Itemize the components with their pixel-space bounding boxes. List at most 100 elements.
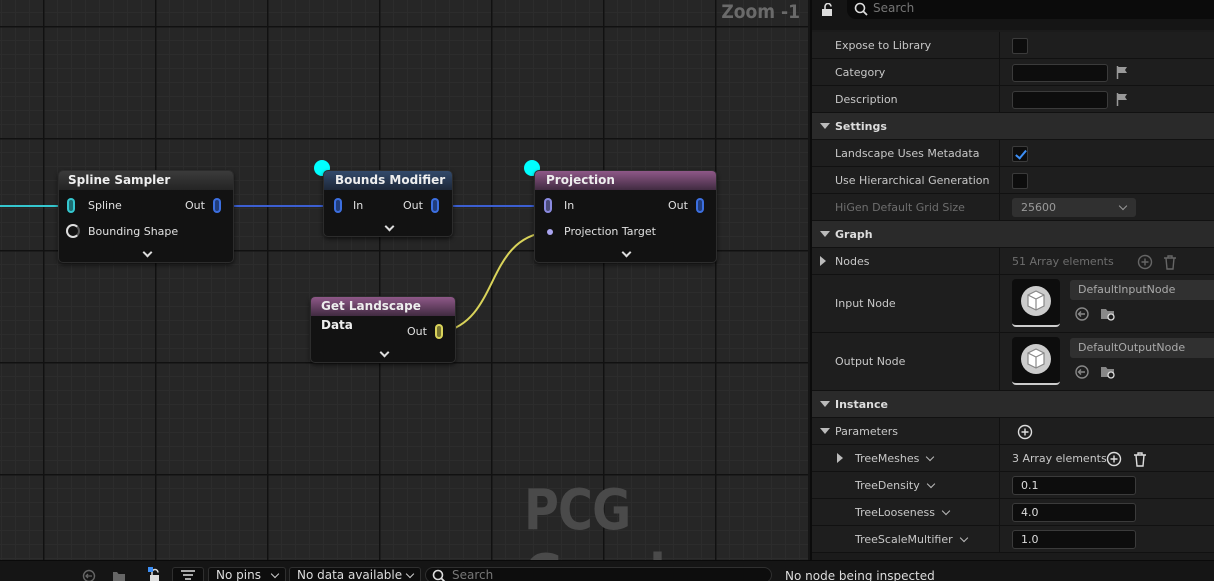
tree-meshes-text: TreeMeshes: [855, 452, 920, 465]
collapse-arrow-icon[interactable]: [820, 401, 830, 407]
node-title: Projection: [535, 171, 716, 190]
bottom-search[interactable]: Search: [425, 567, 772, 581]
lock-icon[interactable]: [821, 3, 835, 17]
collapse-arrow-icon[interactable]: [820, 428, 830, 434]
label-use-hierarchical-generation: Use Hierarchical Generation: [835, 174, 990, 187]
out-pin-icon[interactable]: [431, 198, 439, 213]
search-icon: [432, 569, 446, 581]
row-output-node: Output Node DefaultOutputNode: [812, 333, 1214, 391]
section-settings[interactable]: Settings: [812, 113, 1214, 140]
node-get-landscape-data[interactable]: Get Landscape Data Out: [310, 296, 456, 363]
projection-target-pin-icon[interactable]: [547, 229, 553, 235]
row-parameters: Parameters: [812, 418, 1214, 445]
pin-label-bounding-shape: Bounding Shape: [88, 225, 179, 238]
collapse-arrow-icon[interactable]: [820, 123, 830, 129]
chevron-down-icon: [959, 533, 968, 543]
label-description: Description: [835, 93, 898, 106]
row-tree-looseness: TreeLooseness 4.0: [812, 499, 1214, 526]
higen-grid-size-value: 25600: [1021, 201, 1056, 214]
input-node-asset-field[interactable]: DefaultInputNode: [1070, 280, 1214, 300]
folder-icon[interactable]: [112, 569, 126, 581]
graph-canvas[interactable]: Zoom -1 PCG Graph Spline Sampler Spline …: [0, 0, 808, 560]
output-node-asset-field[interactable]: DefaultOutputNode: [1070, 338, 1214, 358]
higen-grid-size-combo[interactable]: 25600: [1012, 198, 1136, 217]
trash-icon[interactable]: [1132, 451, 1148, 467]
label-tree-scale-multifier[interactable]: TreeScaleMultifier: [855, 526, 968, 553]
bottom-toolbar: No pins No data available Search No node…: [0, 560, 1214, 581]
back-icon[interactable]: [82, 569, 96, 581]
row-description: Description: [812, 86, 1214, 113]
node-projection[interactable]: Projection In Projection Target Out: [534, 170, 717, 263]
flag-icon[interactable]: [1116, 93, 1128, 106]
section-graph[interactable]: Graph: [812, 221, 1214, 248]
add-parameter-icon[interactable]: [1017, 424, 1033, 440]
inspection-status: No node being inspected: [785, 569, 935, 581]
chevron-down-icon[interactable]: [621, 247, 632, 258]
details-search-input[interactable]: [873, 1, 1173, 15]
chevron-down-icon: [926, 452, 935, 462]
trash-icon[interactable]: [1162, 254, 1178, 270]
add-element-icon[interactable]: [1106, 451, 1122, 467]
in-pin-icon[interactable]: [334, 198, 342, 213]
row-tree-density: TreeDensity 0.1: [812, 472, 1214, 499]
section-graph-label: Graph: [835, 228, 873, 241]
label-higen-grid-size: HiGen Default Grid Size: [835, 201, 965, 214]
input-node-thumbnail[interactable]: [1012, 279, 1060, 327]
tree-looseness-field[interactable]: 4.0: [1012, 503, 1136, 522]
add-element-icon[interactable]: [1137, 254, 1153, 270]
collapse-arrow-icon[interactable]: [820, 231, 830, 237]
expose-to-library-checkbox[interactable]: [1012, 38, 1028, 54]
label-tree-looseness[interactable]: TreeLooseness: [855, 499, 951, 526]
chevron-down-icon[interactable]: [384, 221, 395, 232]
use-selected-icon[interactable]: [1074, 306, 1090, 322]
pin-label-in: In: [564, 199, 575, 212]
bounding-shape-pin-icon[interactable]: [66, 224, 80, 238]
out-pin-icon[interactable]: [213, 198, 221, 213]
chevron-down-icon: [270, 569, 280, 579]
graph-wires: [0, 205, 549, 333]
out-pin-icon[interactable]: [435, 324, 443, 339]
output-node-thumbnail[interactable]: [1012, 337, 1060, 385]
in-pin-icon[interactable]: [544, 198, 552, 213]
data-dropdown[interactable]: No data available: [289, 567, 421, 581]
spline-pin-icon[interactable]: [67, 198, 75, 213]
label-tree-density[interactable]: TreeDensity: [855, 472, 935, 499]
row-expose-to-library: Expose to Library: [812, 32, 1214, 59]
wire-landscape-to-projection: [442, 231, 549, 333]
chevron-down-icon[interactable]: [142, 247, 153, 258]
pin-label-projection-target: Projection Target: [564, 225, 656, 238]
category-field[interactable]: [1012, 64, 1108, 82]
pin-label-out: Out: [185, 199, 205, 212]
input-node-value: DefaultInputNode: [1078, 283, 1176, 296]
node-bounds-modifier[interactable]: Bounds Modifier In Out: [323, 170, 453, 237]
chevron-down-icon: [1118, 201, 1128, 211]
label-expose-to-library: Expose to Library: [835, 39, 932, 52]
use-selected-icon[interactable]: [1074, 364, 1090, 380]
section-instance[interactable]: Instance: [812, 391, 1214, 418]
node-title: Spline Sampler: [59, 171, 233, 190]
browse-icon[interactable]: [1100, 306, 1116, 322]
pins-dropdown[interactable]: No pins: [208, 567, 286, 581]
tree-density-field[interactable]: 0.1: [1012, 476, 1136, 495]
landscape-uses-metadata-checkbox[interactable]: [1012, 146, 1028, 162]
label-nodes: Nodes: [835, 255, 870, 268]
expand-arrow-icon[interactable]: [820, 256, 826, 266]
tree-scale-multifier-field[interactable]: 1.0: [1012, 530, 1136, 549]
label-tree-meshes[interactable]: TreeMeshes: [855, 445, 935, 472]
chevron-down-icon[interactable]: [379, 347, 390, 358]
expand-arrow-icon[interactable]: [837, 453, 843, 463]
data-dropdown-label: No data available: [297, 568, 403, 581]
use-hierarchical-generation-checkbox[interactable]: [1012, 173, 1028, 189]
cube-icon: [1021, 286, 1051, 316]
filter-button[interactable]: [172, 567, 204, 581]
details-search[interactable]: [847, 0, 1214, 19]
chevron-down-icon: [405, 569, 415, 579]
flag-icon[interactable]: [1116, 66, 1128, 79]
description-field[interactable]: [1012, 91, 1108, 109]
lock-icon[interactable]: [148, 567, 164, 581]
tree-density-text: TreeDensity: [855, 479, 920, 492]
out-pin-icon[interactable]: [696, 198, 704, 213]
node-title: Bounds Modifier: [324, 171, 452, 190]
browse-icon[interactable]: [1100, 364, 1116, 380]
node-spline-sampler[interactable]: Spline Sampler Spline Bounding Shape Out: [58, 170, 234, 263]
